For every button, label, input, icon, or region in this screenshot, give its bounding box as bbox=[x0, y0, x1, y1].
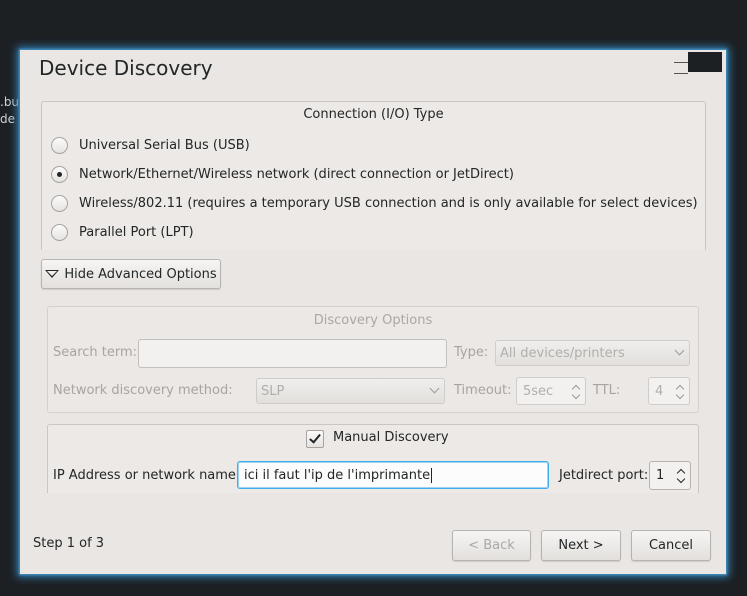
back-button[interactable]: < Back bbox=[452, 530, 531, 561]
radio-usb-indicator[interactable] bbox=[51, 137, 68, 154]
radio-usb-label: Universal Serial Bus (USB) bbox=[79, 138, 250, 153]
search-term-label: Search term: bbox=[53, 345, 138, 360]
jetdirect-port-value: 1 bbox=[656, 468, 665, 483]
chevron-down-icon[interactable] bbox=[675, 390, 685, 400]
search-term-input[interactable] bbox=[138, 339, 447, 368]
radio-usb[interactable]: Universal Serial Bus (USB) bbox=[51, 137, 250, 154]
hide-advanced-options-label: Hide Advanced Options bbox=[64, 266, 217, 282]
step-indicator: Step 1 of 3 bbox=[33, 536, 105, 551]
radio-wireless-indicator[interactable] bbox=[51, 195, 68, 212]
type-select[interactable]: All devices/printers bbox=[495, 340, 690, 366]
ttl-value: 4 bbox=[655, 383, 664, 399]
manual-discovery-label: Manual Discovery bbox=[333, 430, 449, 445]
radio-network-indicator[interactable] bbox=[51, 166, 68, 183]
chevron-down-icon bbox=[674, 345, 685, 356]
radio-parallel-indicator[interactable] bbox=[51, 224, 68, 241]
jetdirect-port-spinbox[interactable]: 1 bbox=[649, 461, 691, 490]
radio-network-label: Network/Ethernet/Wireless network (direc… bbox=[79, 167, 514, 182]
timeout-label: Timeout: bbox=[454, 383, 512, 398]
discovery-options-title: Discovery Options bbox=[313, 313, 433, 328]
network-discovery-method-select[interactable]: SLP bbox=[256, 378, 445, 404]
radio-wireless[interactable]: Wireless/802.11 (requires a temporary US… bbox=[51, 195, 698, 212]
method-select-value: SLP bbox=[261, 383, 285, 399]
connection-type-title: Connection (I/O) Type bbox=[303, 107, 444, 122]
connection-type-group: Connection (I/O) Type Universal Serial B… bbox=[41, 101, 706, 250]
window-menu-icon[interactable] bbox=[674, 62, 688, 74]
ttl-spinbox[interactable]: 4 bbox=[648, 377, 690, 405]
timeout-value: 5sec bbox=[523, 383, 554, 399]
ip-address-label: IP Address or network name: bbox=[53, 468, 241, 483]
hide-advanced-options-button[interactable]: Hide Advanced Options bbox=[41, 259, 221, 289]
type-select-value: All devices/printers bbox=[500, 345, 625, 361]
network-discovery-method-label: Network discovery method: bbox=[53, 383, 233, 398]
cancel-button[interactable]: Cancel bbox=[631, 530, 711, 561]
ip-address-input[interactable]: ici il faut l'ip de l'imprimante bbox=[237, 461, 549, 489]
jetdirect-port-label: Jetdirect port: bbox=[559, 468, 649, 483]
timeout-spinbox[interactable]: 5sec bbox=[516, 377, 586, 405]
next-button[interactable]: Next > bbox=[541, 530, 621, 561]
dialog-title: Device Discovery bbox=[39, 56, 213, 80]
radio-network[interactable]: Network/Ethernet/Wireless network (direc… bbox=[51, 166, 514, 183]
chevron-down-icon[interactable] bbox=[676, 474, 686, 484]
manual-discovery-checkbox[interactable] bbox=[306, 430, 324, 448]
chevron-down-icon bbox=[429, 383, 440, 394]
radio-wireless-label: Wireless/802.11 (requires a temporary US… bbox=[79, 196, 698, 211]
type-label: Type: bbox=[454, 345, 489, 360]
background-text-1: .bu bbox=[0, 95, 20, 109]
titlebar-artifact bbox=[688, 52, 722, 72]
background-text-2: de bbox=[0, 112, 15, 126]
ttl-label: TTL: bbox=[593, 383, 621, 398]
radio-parallel[interactable]: Parallel Port (LPT) bbox=[51, 224, 194, 241]
ip-address-value: ici il faut l'ip de l'imprimante bbox=[244, 467, 431, 483]
chevron-down-icon[interactable] bbox=[571, 390, 581, 400]
text-caret bbox=[431, 467, 433, 483]
triangle-down-icon bbox=[45, 270, 60, 278]
radio-parallel-label: Parallel Port (LPT) bbox=[79, 225, 194, 240]
